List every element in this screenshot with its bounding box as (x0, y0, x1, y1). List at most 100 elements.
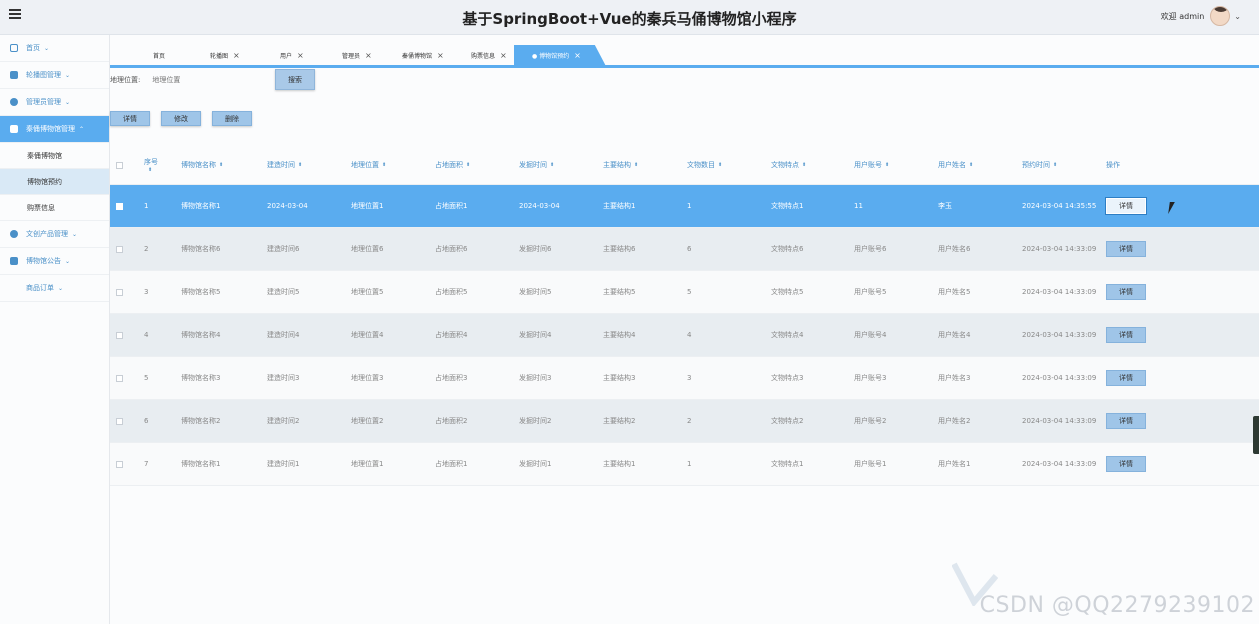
table-cell: 占地面积1 (435, 460, 468, 468)
table-cell: 发掘时间1 (519, 460, 552, 468)
column-header[interactable]: 发掘时间 ⬍ (519, 146, 554, 184)
chevron-down-icon[interactable]: ⌄ (1234, 12, 1241, 21)
column-header[interactable]: 建造时间 ⬍ (267, 146, 302, 184)
table-cell: 2024-03-04 14:33:09 (1022, 374, 1097, 382)
tab-label: ● 博物馆预约 (532, 53, 570, 60)
table-row[interactable]: 4 博物馆名称4 建造时间4 地理位置4 占地面积4 发掘时间4 主要结构4 4 文物特点4 用户… (110, 314, 1259, 357)
tab-users[interactable]: 用户 × (280, 45, 304, 66)
table-cell: 文物特点4 (771, 331, 804, 339)
chevron-down-icon: ⌄ (65, 71, 71, 79)
sidebar-item-home[interactable]: 首页 ⌄ (0, 35, 109, 62)
row-detail-button[interactable]: 详情 (1106, 198, 1146, 214)
table-cell: 2024-03-04 14:33:09 (1022, 288, 1097, 296)
column-header[interactable]: 主要结构 ⬍ (603, 146, 638, 184)
row-detail-button[interactable]: 详情 (1106, 241, 1146, 257)
sort-icon: ⬍ (885, 162, 890, 168)
row-checkbox[interactable] (116, 374, 123, 382)
table-cell: 博物馆名称1 (181, 460, 221, 468)
table-cell: 发掘时间5 (519, 288, 552, 296)
detail-button[interactable]: 详情 (110, 111, 150, 126)
scroll-handle[interactable] (1253, 416, 1259, 454)
row-checkbox[interactable] (116, 288, 123, 296)
row-detail-button[interactable]: 详情 (1106, 413, 1146, 429)
close-icon[interactable]: × (437, 51, 444, 60)
column-header-label: 序号 (144, 158, 158, 166)
delete-button[interactable]: 删除 (212, 111, 252, 126)
table-cell: 1 (687, 202, 692, 210)
table-cell: 2024-03-04 14:33:09 (1022, 245, 1097, 253)
close-icon[interactable]: × (365, 51, 372, 60)
table-cell: 5 (687, 288, 692, 296)
edit-button[interactable]: 修改 (161, 111, 201, 126)
sort-icon: ⬍ (298, 162, 303, 168)
column-header[interactable]: 地理位置 ⬍ (351, 146, 386, 184)
close-icon[interactable]: × (233, 51, 240, 60)
close-icon[interactable]: × (297, 51, 304, 60)
table-cell: 发掘时间6 (519, 245, 552, 253)
sidebar-item-orders[interactable]: 商品订单 ⌄ (0, 275, 109, 302)
table-cell: 用户账号4 (854, 331, 887, 339)
table-row[interactable]: 2 博物馆名称6 建造时间6 地理位置6 占地面积6 发掘时间6 主要结构6 6 文物特点6 用户… (110, 228, 1259, 271)
close-icon[interactable]: × (500, 51, 507, 60)
column-header[interactable]: 用户账号 ⬍ (854, 146, 889, 184)
select-all-checkbox[interactable] (116, 161, 123, 169)
search-button[interactable]: 搜索 (275, 69, 315, 90)
tab-tickets[interactable]: 购票信息 × (471, 45, 507, 66)
row-seq: 3 (144, 288, 149, 296)
row-seq: 7 (144, 460, 149, 468)
tab-museum[interactable]: 秦俑博物馆 × (402, 45, 444, 66)
table-row[interactable]: 1 博物馆名称1 2024-03-04 地理位置1 占地面积1 2024-03-04 主要结… (110, 185, 1259, 228)
table-row[interactable]: 6 博物馆名称2 建造时间2 地理位置2 占地面积2 发掘时间2 主要结构2 2 文物特点2 用户… (110, 400, 1259, 443)
avatar[interactable] (1210, 6, 1231, 26)
column-header[interactable]: 文物数目 ⬍ (687, 146, 722, 184)
tab-home[interactable]: 首页 (153, 45, 165, 66)
table-cell: 发掘时间3 (519, 374, 552, 382)
sidebar-subitem-museum[interactable]: 秦俑博物馆 (0, 143, 109, 169)
column-header-label: 博物馆名称 (181, 161, 216, 169)
sidebar-item-label: 文创产品管理 (26, 230, 68, 238)
sort-icon: ⬍ (219, 162, 224, 168)
tab-admins[interactable]: 管理员 × (342, 45, 372, 66)
sidebar-subitem-tickets[interactable]: 购票信息 (0, 195, 109, 221)
row-checkbox[interactable] (116, 417, 123, 425)
sidebar-item-museum[interactable]: 秦俑博物馆管理 ⌃ (0, 116, 109, 143)
table-cell: 地理位置5 (351, 288, 384, 296)
row-seq: 6 (144, 417, 149, 425)
watermark-text: CSDN @QQ2279239102 (979, 593, 1255, 618)
row-checkbox[interactable] (116, 202, 123, 210)
sidebar-item-products[interactable]: 文创产品管理 ⌄ (0, 221, 109, 248)
grid-icon (10, 125, 18, 133)
row-detail-button[interactable]: 详情 (1106, 456, 1146, 472)
table-row[interactable]: 7 博物馆名称1 建造时间1 地理位置1 占地面积1 发掘时间1 主要结构1 1 文物特点1 用户… (110, 443, 1259, 486)
row-detail-button[interactable]: 详情 (1106, 370, 1146, 386)
table-header: 序号 ⬍ 博物馆名称 ⬍ 建造时间 ⬍ 地理位置 ⬍ 占地面积 ⬍ 发掘时间 ⬍ 主要结构 ⬍ 文物数目… (110, 146, 1259, 185)
table-row[interactable]: 3 博物馆名称5 建造时间5 地理位置5 占地面积5 发掘时间5 主要结构5 5 文物特点5 用户… (110, 271, 1259, 314)
sidebar-subitem-reservation[interactable]: 博物馆预约 (0, 169, 109, 195)
column-header-seq[interactable]: 序号 ⬍ (144, 146, 158, 184)
row-checkbox[interactable] (116, 245, 123, 253)
table-cell: 文物特点1 (771, 202, 804, 210)
close-icon[interactable]: × (574, 51, 581, 60)
column-header[interactable]: 用户姓名 ⬍ (938, 146, 973, 184)
column-header[interactable]: 预约时间 ⬍ (1022, 146, 1057, 184)
user-menu[interactable]: 欢迎 admin ⌄ (1161, 6, 1241, 26)
sort-icon: ⬍ (550, 162, 555, 168)
sidebar-item-admins[interactable]: 管理员管理 ⌄ (0, 89, 109, 116)
tab-reservation[interactable]: ● 博物馆预约 × (514, 45, 606, 66)
sidebar-item-carousel[interactable]: 轮播图管理 ⌄ (0, 62, 109, 89)
column-header[interactable]: 文物特点 ⬍ (771, 146, 806, 184)
table-row[interactable]: 5 博物馆名称3 建造时间3 地理位置3 占地面积3 发掘时间3 主要结构3 3 文物特点3 用户… (110, 357, 1259, 400)
sidebar-item-notices[interactable]: 博物馆公告 ⌄ (0, 248, 109, 275)
search-input[interactable] (148, 73, 259, 87)
tab-label: 用户 (280, 53, 293, 60)
table-cell: 占地面积2 (435, 417, 468, 425)
sidebar-item-label: 管理员管理 (26, 98, 61, 106)
row-detail-button[interactable]: 详情 (1106, 284, 1146, 300)
row-checkbox[interactable] (116, 331, 123, 339)
column-header[interactable]: 占地面积 ⬍ (435, 146, 470, 184)
table-cell: 地理位置1 (351, 202, 384, 210)
row-checkbox[interactable] (116, 460, 123, 468)
row-detail-button[interactable]: 详情 (1106, 327, 1146, 343)
tab-carousel[interactable]: 轮播图 × (210, 45, 240, 66)
column-header[interactable]: 博物馆名称 ⬍ (181, 146, 223, 184)
